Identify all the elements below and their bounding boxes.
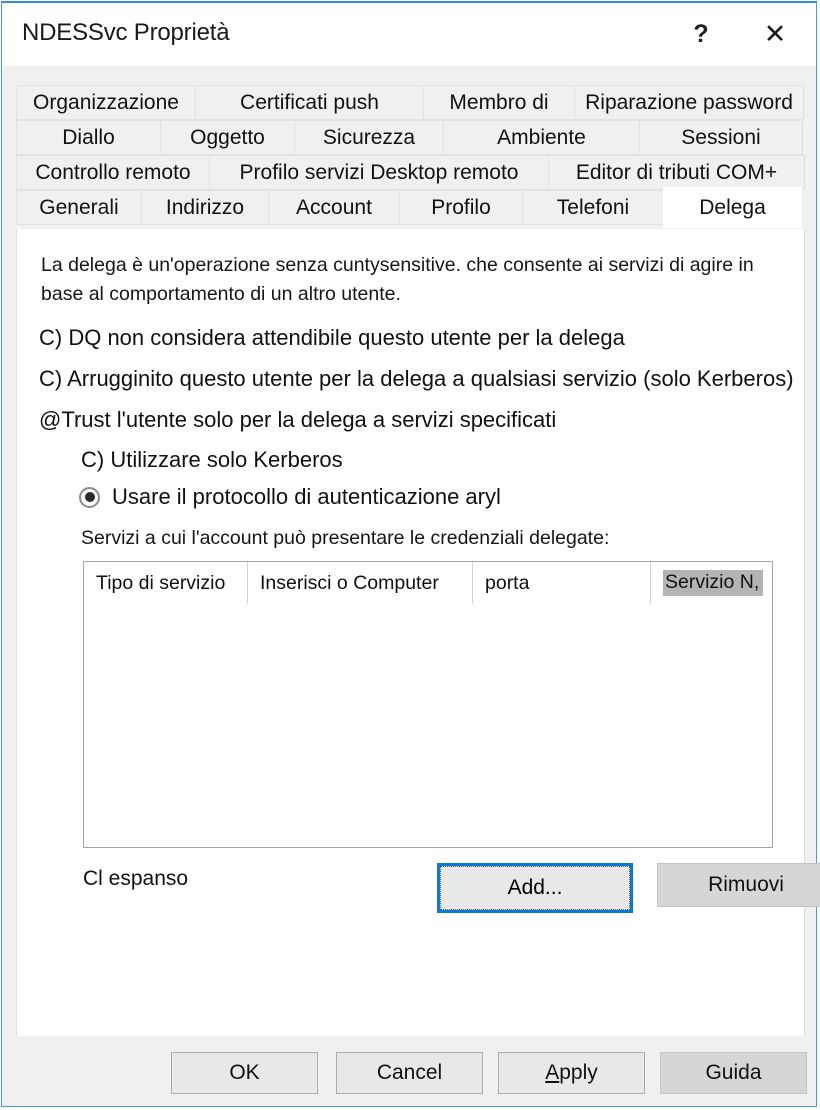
option-use-kerberos-only[interactable]: C) Utilizzare solo Kerberos — [81, 447, 343, 473]
option-use-any-auth-protocol[interactable]: Usare il protocollo di autenticazione ar… — [79, 484, 501, 510]
tab-label: Certificati push — [240, 90, 379, 114]
cancel-button[interactable]: Cancel — [336, 1052, 483, 1094]
tab-label: Oggetto — [190, 125, 265, 149]
help-icon[interactable]: ? — [668, 3, 734, 70]
remove-button-label: Rimuovi — [708, 873, 784, 896]
add-button-focus-rect: Add... — [440, 866, 630, 910]
ok-button-label: OK — [229, 1061, 260, 1084]
close-icon[interactable]: ✕ — [742, 3, 808, 66]
tab-row-3: Controllo remoto Profilo servizi Desktop… — [16, 155, 805, 190]
tab-label: Membro di — [449, 90, 549, 114]
tab-label: Generali — [39, 195, 119, 219]
tab-organizzazione[interactable]: Organizzazione — [16, 85, 196, 120]
tab-account[interactable]: Account — [268, 190, 400, 225]
tab-profilo[interactable]: Profilo — [399, 190, 523, 225]
tab-row-2: Diallo Oggetto Sicurezza Ambiente Sessio… — [16, 120, 805, 155]
tab-diallo[interactable]: Diallo — [16, 120, 161, 155]
services-list-label: Servizi a cui l'account può presentare l… — [81, 527, 610, 549]
expanded-label: Cl espanso — [83, 867, 189, 890]
tab-sessioni[interactable]: Sessioni — [639, 120, 803, 155]
tab-membro-di[interactable]: Membro di — [423, 85, 575, 120]
tab-certificati-push[interactable]: Certificati push — [195, 85, 424, 120]
delega-tab-panel: La delega è un'operazione senza cuntysen… — [16, 229, 820, 1037]
tab-indirizzo[interactable]: Indirizzo — [141, 190, 269, 225]
column-header-inserisci-o-computer[interactable]: Inserisci o Computer — [248, 562, 473, 604]
tab-oggetto[interactable]: Oggetto — [160, 120, 295, 155]
close-x-glyph: ✕ — [763, 19, 787, 49]
tab-label: Account — [296, 195, 372, 219]
tab-riparazione-password[interactable]: Riparazione password — [574, 85, 804, 120]
tab-row-4: Generali Indirizzo Account Profilo Telef… — [16, 187, 805, 228]
tab-sicurezza[interactable]: Sicurezza — [294, 120, 444, 155]
window-title: NDESSvc Proprietà — [22, 19, 230, 46]
tab-profilo-servizi-desktop-remoto[interactable]: Profilo servizi Desktop remoto — [209, 155, 549, 190]
properties-dialog: NDESSvc Proprietà ? ✕ Organizzazione Cer… — [1, 1, 820, 1107]
tab-generali[interactable]: Generali — [16, 190, 142, 225]
ok-button[interactable]: OK — [171, 1052, 318, 1094]
cancel-button-label: Cancel — [376, 1061, 443, 1084]
remove-button[interactable]: Rimuovi — [657, 863, 820, 907]
tab-controllo-remoto[interactable]: Controllo remoto — [16, 155, 210, 190]
column-header-label: Servizio N, — [663, 570, 764, 596]
tab-label: Sessioni — [681, 125, 761, 149]
radio-label: Usare il protocollo di autenticazione ar… — [112, 484, 501, 509]
tab-label: Profilo — [431, 195, 491, 219]
title-bar: NDESSvc Proprietà ? ✕ — [2, 3, 816, 66]
help-button-label: Guida — [705, 1061, 762, 1084]
services-listbox[interactable]: Tipo di servizio Inserisci o Computer po… — [83, 561, 773, 848]
tab-label: Controllo remoto — [35, 160, 191, 184]
tab-ambiente[interactable]: Ambiente — [443, 120, 640, 155]
tab-label: Profilo servizi Desktop remoto — [239, 160, 519, 184]
radio-selected-icon — [79, 486, 100, 508]
tab-label: Ambiente — [497, 125, 586, 149]
option-trust-any-service[interactable]: C) Arrugginito questo utente per la dele… — [39, 366, 794, 392]
add-button-label: Add... — [507, 876, 563, 899]
column-header-tipo-di-servizio[interactable]: Tipo di servizio — [84, 562, 248, 604]
tab-strip: Organizzazione Certificati push Membro d… — [16, 85, 805, 228]
tab-editor-di-tributi-com[interactable]: Editor di tributi COM+ — [548, 155, 805, 190]
help-button[interactable]: Guida — [660, 1052, 807, 1094]
tab-label: Riparazione password — [585, 90, 793, 114]
column-header-servizio-n[interactable]: Servizio N, — [651, 562, 772, 604]
tab-label: Delega — [699, 195, 766, 219]
apply-button-label: pply — [559, 1061, 598, 1084]
tab-label: Editor di tributi COM+ — [575, 160, 778, 184]
tab-label: Sicurezza — [322, 125, 416, 149]
tab-label: Telefoni — [556, 195, 630, 219]
tab-row-1: Organizzazione Certificati push Membro d… — [16, 85, 805, 120]
column-header-porta[interactable]: porta — [473, 562, 651, 604]
apply-button[interactable]: Apply — [498, 1052, 645, 1094]
listbox-header-row: Tipo di servizio Inserisci o Computer po… — [84, 562, 772, 604]
radio-dot — [84, 492, 95, 502]
tab-label: Diallo — [62, 125, 115, 149]
column-header-label: Tipo di servizio — [96, 571, 226, 594]
option-do-not-trust[interactable]: C) DQ non considera attendibile questo u… — [39, 325, 625, 351]
column-header-label: porta — [485, 571, 530, 594]
tab-label: Organizzazione — [33, 90, 179, 114]
tab-telefoni[interactable]: Telefoni — [522, 190, 664, 225]
dialog-footer: OK Cancel Apply Guida — [2, 1036, 816, 1106]
column-header-label: Inserisci o Computer — [260, 571, 439, 594]
tab-delega[interactable]: Delega — [663, 187, 802, 228]
delegation-description: La delega è un'operazione senza cuntysen… — [41, 254, 754, 305]
apply-button-mnemonic: A — [545, 1061, 560, 1084]
tab-label: Indirizzo — [165, 195, 245, 219]
help-question-mark: ? — [693, 20, 709, 48]
add-button[interactable]: Add... — [437, 863, 633, 913]
option-trust-specified-services[interactable]: @Trust l'utente solo per la delega a ser… — [39, 407, 556, 433]
